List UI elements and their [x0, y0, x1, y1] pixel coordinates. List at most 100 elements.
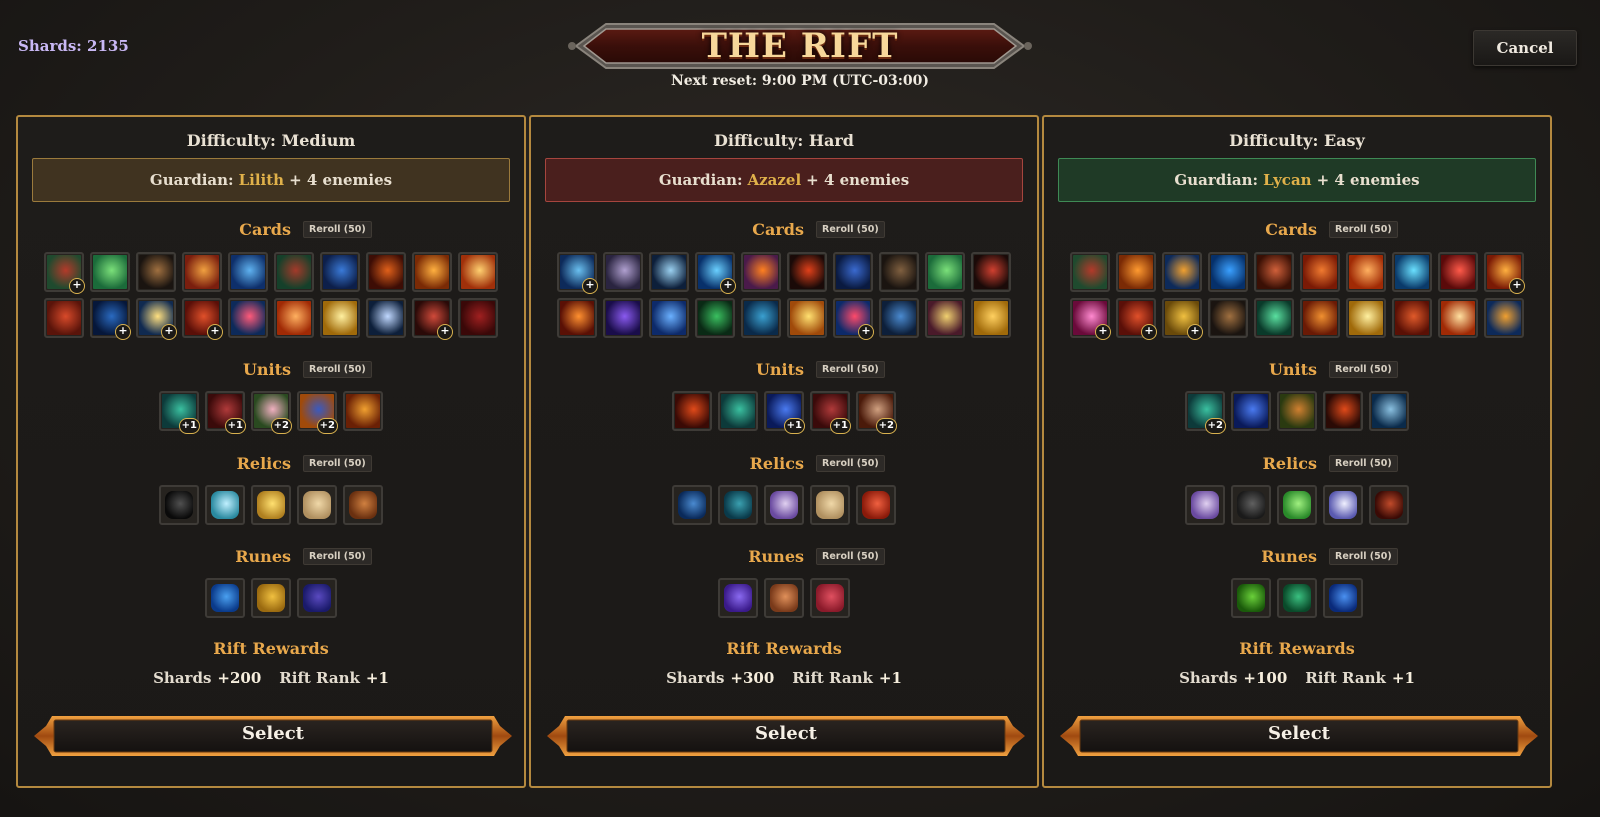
card-slot[interactable]: +	[695, 252, 736, 294]
card-slot[interactable]: +	[557, 252, 598, 294]
card-slot[interactable]	[833, 252, 873, 292]
units-reroll-button[interactable]: Reroll (50)	[1329, 361, 1398, 378]
card-slot[interactable]	[1484, 298, 1524, 338]
card-slot[interactable]	[741, 298, 781, 338]
card-slot[interactable]	[879, 252, 919, 292]
rune-slot[interactable]	[251, 578, 291, 618]
rune-slot[interactable]	[718, 578, 758, 618]
card-slot[interactable]	[228, 252, 268, 292]
card-slot[interactable]	[320, 252, 360, 292]
card-slot[interactable]	[787, 252, 827, 292]
relics-reroll-button[interactable]: Reroll (50)	[303, 455, 372, 472]
unit-slot[interactable]: +2	[251, 391, 292, 434]
select-button[interactable]: Select	[1058, 712, 1540, 760]
card-slot[interactable]: +	[1070, 298, 1111, 340]
card-slot[interactable]	[274, 298, 314, 338]
select-button[interactable]: Select	[32, 712, 514, 760]
runes-reroll-button[interactable]: Reroll (50)	[816, 548, 885, 565]
unit-slot[interactable]	[1231, 391, 1271, 431]
card-slot[interactable]	[925, 298, 965, 338]
relic-slot[interactable]	[205, 485, 245, 525]
rune-slot[interactable]	[1277, 578, 1317, 618]
card-slot[interactable]: +	[1116, 298, 1157, 340]
card-slot[interactable]	[879, 298, 919, 338]
rune-slot[interactable]	[810, 578, 850, 618]
relics-reroll-button[interactable]: Reroll (50)	[1329, 455, 1398, 472]
relics-reroll-button[interactable]: Reroll (50)	[816, 455, 885, 472]
card-slot[interactable]	[1346, 298, 1386, 338]
cards-reroll-button[interactable]: Reroll (50)	[816, 221, 885, 238]
card-slot[interactable]	[136, 252, 176, 292]
card-slot[interactable]	[182, 252, 222, 292]
card-slot[interactable]	[925, 252, 965, 292]
card-slot[interactable]	[320, 298, 360, 338]
relic-slot[interactable]	[343, 485, 383, 525]
card-slot[interactable]	[1070, 252, 1110, 292]
card-slot[interactable]: +	[412, 298, 453, 340]
card-slot[interactable]	[366, 298, 406, 338]
card-slot[interactable]	[458, 298, 498, 338]
relic-slot[interactable]	[764, 485, 804, 525]
unit-slot[interactable]: +2	[856, 391, 897, 434]
runes-reroll-button[interactable]: Reroll (50)	[303, 548, 372, 565]
card-slot[interactable]	[1254, 298, 1294, 338]
relic-slot[interactable]	[1323, 485, 1363, 525]
rune-slot[interactable]	[205, 578, 245, 618]
unit-slot[interactable]: +2	[297, 391, 338, 434]
card-slot[interactable]	[90, 252, 130, 292]
unit-slot[interactable]	[672, 391, 712, 431]
card-slot[interactable]	[649, 252, 689, 292]
card-slot[interactable]: +	[1484, 252, 1525, 294]
card-slot[interactable]	[695, 298, 735, 338]
card-slot[interactable]	[274, 252, 314, 292]
unit-slot[interactable]	[1323, 391, 1363, 431]
card-slot[interactable]	[1438, 298, 1478, 338]
card-slot[interactable]	[1208, 252, 1248, 292]
relic-slot[interactable]	[1369, 485, 1409, 525]
card-slot[interactable]	[741, 252, 781, 292]
unit-slot[interactable]: +1	[205, 391, 246, 434]
unit-slot[interactable]: +1	[810, 391, 851, 434]
card-slot[interactable]: +	[1162, 298, 1203, 340]
card-slot[interactable]	[971, 252, 1011, 292]
select-button[interactable]: Select	[545, 712, 1027, 760]
relic-slot[interactable]	[251, 485, 291, 525]
card-slot[interactable]	[1392, 298, 1432, 338]
unit-slot[interactable]: +1	[159, 391, 200, 434]
card-slot[interactable]	[557, 298, 597, 338]
units-reroll-button[interactable]: Reroll (50)	[303, 361, 372, 378]
card-slot[interactable]: +	[833, 298, 874, 340]
runes-reroll-button[interactable]: Reroll (50)	[1329, 548, 1398, 565]
card-slot[interactable]	[1254, 252, 1294, 292]
card-slot[interactable]	[1116, 252, 1156, 292]
card-slot[interactable]	[971, 298, 1011, 338]
relic-slot[interactable]	[159, 485, 199, 525]
card-slot[interactable]	[44, 298, 84, 338]
card-slot[interactable]	[603, 252, 643, 292]
card-slot[interactable]	[1300, 252, 1340, 292]
card-slot[interactable]	[412, 252, 452, 292]
unit-slot[interactable]	[1369, 391, 1409, 431]
card-slot[interactable]	[228, 298, 268, 338]
card-slot[interactable]	[458, 252, 498, 292]
card-slot[interactable]	[649, 298, 689, 338]
rune-slot[interactable]	[764, 578, 804, 618]
unit-slot[interactable]: +1	[764, 391, 805, 434]
cards-reroll-button[interactable]: Reroll (50)	[1329, 221, 1398, 238]
card-slot[interactable]	[787, 298, 827, 338]
card-slot[interactable]	[1392, 252, 1432, 292]
card-slot[interactable]: +	[182, 298, 223, 340]
relic-slot[interactable]	[1231, 485, 1271, 525]
rune-slot[interactable]	[297, 578, 337, 618]
relic-slot[interactable]	[1185, 485, 1225, 525]
card-slot[interactable]	[1438, 252, 1478, 292]
card-slot[interactable]	[1346, 252, 1386, 292]
card-slot[interactable]: +	[136, 298, 177, 340]
card-slot[interactable]: +	[44, 252, 85, 294]
cancel-button[interactable]: Cancel	[1473, 30, 1577, 66]
card-slot[interactable]	[1300, 298, 1340, 338]
relic-slot[interactable]	[856, 485, 896, 525]
relic-slot[interactable]	[718, 485, 758, 525]
relic-slot[interactable]	[297, 485, 337, 525]
unit-slot[interactable]: +2	[1185, 391, 1226, 434]
